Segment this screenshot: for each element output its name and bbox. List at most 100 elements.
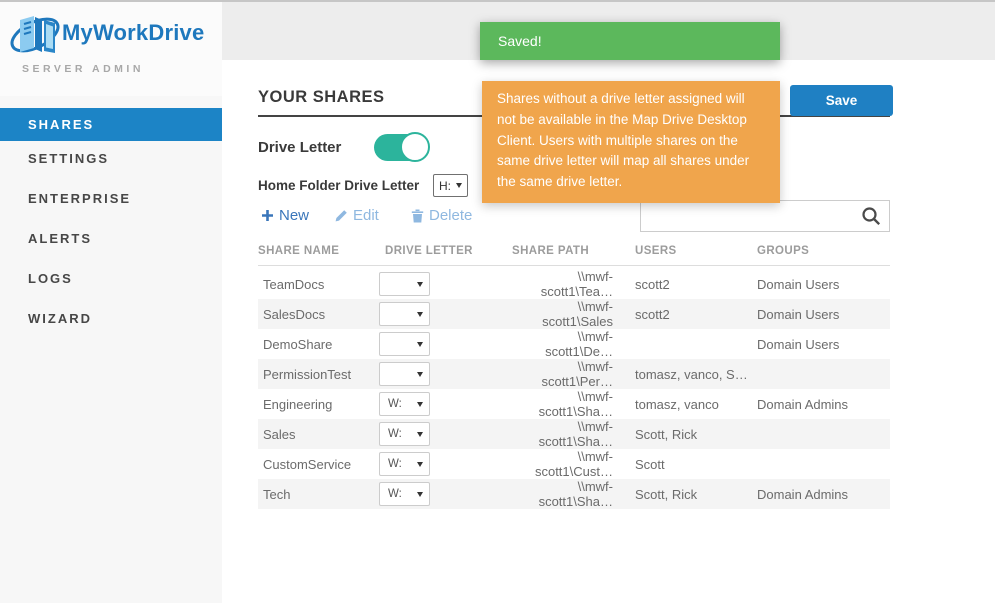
- table-header: SHARE NAME DRIVE LETTER SHARE PATH USERS…: [258, 240, 890, 266]
- col-groups: GROUPS: [757, 245, 809, 257]
- table-row: DemoShare \\mwf-scott1\De… Domain Users: [258, 329, 890, 359]
- caret-down-icon: [417, 432, 423, 437]
- caret-down-icon: [417, 312, 423, 317]
- caret-down-icon: [456, 183, 462, 188]
- drive-letter-value: W:: [388, 488, 402, 500]
- caret-down-icon: [417, 402, 423, 407]
- pencil-icon: [334, 209, 348, 223]
- edit-button[interactable]: Edit: [334, 207, 379, 224]
- drive-letter-value: W:: [388, 458, 402, 470]
- share-path-cell: \\mwf-scott1\De…: [512, 329, 635, 359]
- share-name-cell: Engineering: [258, 397, 385, 412]
- users-cell: scott2: [635, 277, 757, 292]
- drive-letter-cell: [385, 332, 512, 356]
- share-name-cell: CustomService: [258, 457, 385, 472]
- groups-cell: Domain Users: [757, 277, 890, 292]
- sidebar-item-logs[interactable]: LOGS: [0, 271, 222, 286]
- caret-down-icon: [417, 282, 423, 287]
- users-cell: Scott: [635, 457, 757, 472]
- share-name-cell: TeamDocs: [258, 277, 385, 292]
- col-drive-letter: DRIVE LETTER: [385, 245, 473, 257]
- save-button[interactable]: Save: [790, 85, 893, 116]
- share-path-cell: \\mwf-scott1\Sales: [512, 299, 635, 329]
- drive-letter-cell: W:: [385, 452, 512, 476]
- home-folder-drive-letter-label: Home Folder Drive Letter: [258, 178, 419, 193]
- col-share-path: SHARE PATH: [512, 245, 589, 257]
- caret-down-icon: [417, 462, 423, 467]
- edit-button-label: Edit: [353, 207, 379, 224]
- home-folder-drive-letter-value: H:: [439, 179, 451, 193]
- share-name-cell: SalesDocs: [258, 307, 385, 322]
- new-button[interactable]: New: [261, 207, 309, 224]
- drive-letter-select[interactable]: W:: [379, 482, 430, 506]
- table-row: TeamDocs \\mwf-scott1\Tea… scott2 Domain…: [258, 269, 890, 299]
- home-folder-drive-letter-select[interactable]: H:: [433, 174, 468, 197]
- myworkdrive-logo-icon: [8, 8, 62, 60]
- share-name-cell: PermissionTest: [258, 367, 385, 382]
- users-cell: tomasz, vanco: [635, 397, 757, 412]
- top-border: [0, 0, 995, 2]
- toggle-knob: [400, 132, 430, 162]
- drive-letter-select[interactable]: W:: [379, 452, 430, 476]
- search-input[interactable]: [641, 202, 861, 230]
- groups-cell: Domain Admins: [757, 397, 890, 412]
- share-path-cell: \\mwf-scott1\Tea…: [512, 269, 635, 299]
- share-path-cell: \\mwf-scott1\Sha…: [512, 389, 635, 419]
- drive-letter-tooltip: Shares without a drive letter assigned w…: [482, 81, 780, 203]
- drive-letter-cell: W:: [385, 482, 512, 506]
- myworkdrive-admin-page: MyWorkDrive SERVER ADMIN SHARES SETTINGS…: [0, 0, 995, 603]
- table-body: TeamDocs \\mwf-scott1\Tea… scott2 Domain…: [258, 269, 890, 509]
- drive-letter-select[interactable]: [379, 332, 430, 356]
- table-row: PermissionTest \\mwf-scott1\Per… tomasz,…: [258, 359, 890, 389]
- new-button-label: New: [279, 207, 309, 224]
- share-path-cell: \\mwf-scott1\Cust…: [512, 449, 635, 479]
- drive-letter-label: Drive Letter: [258, 139, 341, 156]
- sidebar-item-enterprise[interactable]: ENTERPRISE: [0, 191, 222, 206]
- shares-table: SHARE NAME DRIVE LETTER SHARE PATH USERS…: [258, 240, 890, 509]
- drive-letter-select[interactable]: [379, 302, 430, 326]
- page-title: YOUR SHARES: [258, 88, 385, 107]
- trash-icon: [411, 209, 424, 223]
- table-row: Tech W: \\mwf-scott1\Sha… Scott, Rick Do…: [258, 479, 890, 509]
- groups-cell: Domain Users: [757, 337, 890, 352]
- col-share-name: SHARE NAME: [258, 245, 339, 257]
- sidebar-item-wizard[interactable]: WIZARD: [0, 311, 222, 326]
- delete-button-label: Delete: [429, 207, 472, 224]
- drive-letter-cell: W:: [385, 422, 512, 446]
- caret-down-icon: [417, 372, 423, 377]
- drive-letter-select[interactable]: [379, 272, 430, 296]
- table-row: SalesDocs \\mwf-scott1\Sales scott2 Doma…: [258, 299, 890, 329]
- share-name-cell: Tech: [258, 487, 385, 502]
- share-path-cell: \\mwf-scott1\Sha…: [512, 419, 635, 449]
- drive-letter-select[interactable]: W:: [379, 422, 430, 446]
- sidebar: MyWorkDrive SERVER ADMIN SHARES SETTINGS…: [0, 0, 222, 603]
- share-name-cell: Sales: [258, 427, 385, 442]
- saved-toast: Saved!: [480, 22, 780, 60]
- drive-letter-toggle[interactable]: [374, 134, 428, 161]
- drive-letter-select[interactable]: W:: [379, 392, 430, 416]
- sidebar-item-settings[interactable]: SETTINGS: [0, 151, 222, 166]
- drive-letter-select[interactable]: [379, 362, 430, 386]
- sidebar-item-alerts[interactable]: ALERTS: [0, 231, 222, 246]
- share-path-cell: \\mwf-scott1\Sha…: [512, 479, 635, 509]
- users-cell: Scott, Rick: [635, 487, 757, 502]
- caret-down-icon: [417, 342, 423, 347]
- drive-letter-cell: W:: [385, 392, 512, 416]
- logo: MyWorkDrive SERVER ADMIN: [0, 0, 222, 96]
- sidebar-item-shares[interactable]: SHARES: [0, 108, 222, 141]
- col-users: USERS: [635, 245, 677, 257]
- search-icon[interactable]: [861, 206, 881, 226]
- search-box: [640, 200, 890, 232]
- users-cell: Scott, Rick: [635, 427, 757, 442]
- drive-letter-value: W:: [388, 428, 402, 440]
- caret-down-icon: [417, 492, 423, 497]
- app-subtitle: SERVER ADMIN: [22, 63, 144, 75]
- share-path-cell: \\mwf-scott1\Per…: [512, 359, 635, 389]
- drive-letter-cell: [385, 272, 512, 296]
- drive-letter-cell: [385, 302, 512, 326]
- delete-button[interactable]: Delete: [411, 207, 472, 224]
- plus-icon: [261, 209, 274, 222]
- table-row: CustomService W: \\mwf-scott1\Cust… Scot…: [258, 449, 890, 479]
- table-row: Engineering W: \\mwf-scott1\Sha… tomasz,…: [258, 389, 890, 419]
- app-title: MyWorkDrive: [62, 20, 204, 46]
